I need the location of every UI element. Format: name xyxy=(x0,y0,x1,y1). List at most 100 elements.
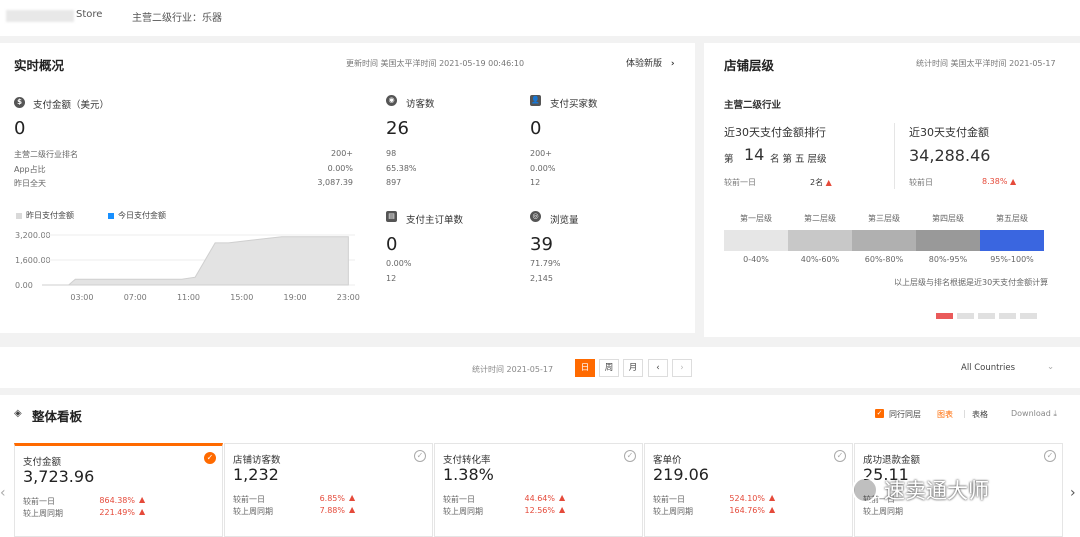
tier-range: 0-40% xyxy=(743,255,769,264)
tier-range: 40%-60% xyxy=(800,255,840,264)
check-icon[interactable]: ✓ xyxy=(1044,450,1056,462)
legend-swatch-gray xyxy=(16,212,22,219)
legend-label: 昨日支付金额 xyxy=(26,211,74,220)
day-button[interactable]: 日 xyxy=(575,359,595,377)
buyers-icon: 👤 xyxy=(530,95,541,106)
next-button[interactable]: › xyxy=(672,359,692,377)
arrow-up-icon: ▲ xyxy=(559,505,566,514)
carousel-dot[interactable] xyxy=(999,313,1016,319)
compare-label: 较前一日 xyxy=(653,495,685,504)
orders-row: 12 xyxy=(386,274,397,283)
realtime-overview-card: 实时概况 更新时间 美国太平洋时间 2021-05-19 00:46:10 体验… xyxy=(0,43,695,333)
controls-stat-time: 统计时间 2021-05-17 xyxy=(472,365,554,374)
download-label: Download xyxy=(1011,409,1051,418)
tier-range: 60%-80% xyxy=(864,255,904,264)
metric-title: 支付转化率 xyxy=(443,455,491,466)
metric-card[interactable]: 支付金额 3,723.96 ✓ 较前一日 较上周同期 864.38% ▲ 221.49% ▲ xyxy=(14,443,223,537)
rank-suffix: 名 第 五 层级 xyxy=(770,154,827,165)
check-icon[interactable]: ✓ xyxy=(204,452,216,464)
pay-amount-label: 支付金额（美元） xyxy=(33,100,110,111)
try-new-label: 体验新版 xyxy=(626,59,663,69)
tier-label: 第三层级 xyxy=(868,214,900,223)
visitors-row: 65.38% xyxy=(386,164,417,173)
views-row: 71.79% xyxy=(530,259,561,268)
metric-title: 客单价 xyxy=(653,455,682,466)
rank-title: 近30天支付金额排行 xyxy=(724,126,826,139)
pay-amount-value: 0 xyxy=(14,118,26,139)
orders-label: 支付主订单数 xyxy=(406,215,464,226)
check-icon[interactable]: ✓ xyxy=(834,450,846,462)
visitors-row: 98 xyxy=(386,149,397,158)
arrow-up-icon: ▲ xyxy=(349,493,356,502)
divider xyxy=(894,123,895,189)
rank-prefix: 第 xyxy=(724,154,734,165)
payment-chart: 3,200.001,600.000.0003:00 07:00 11:00 15:00… xyxy=(15,231,360,302)
scroll-right-icon[interactable]: › xyxy=(1070,485,1076,501)
pay-row-yesterday: 昨日全天 3,087.39 xyxy=(14,178,353,189)
compare-value: 7.88% xyxy=(319,506,345,515)
view-chart-link[interactable]: 图表 xyxy=(937,409,953,420)
metric-card[interactable]: 店铺访客数 1,232 ✓ 较前一日 较上周同期 6.85% ▲ 7.88% ▲ xyxy=(224,443,433,537)
country-select[interactable]: All Countries ⌄ xyxy=(961,362,1054,373)
row-value: 3,087.39 xyxy=(317,178,353,187)
x-tick-label: 15:00 xyxy=(230,293,253,302)
visitors-value: 26 xyxy=(386,118,409,139)
pay-row-rank: 主营二级行业排名 200+ xyxy=(14,149,353,160)
industry-label: 主营二级行业：乐器 xyxy=(132,13,222,24)
row-key: App占比 xyxy=(14,165,46,174)
views-row: 2,145 xyxy=(530,274,553,283)
compare-label: 较前一日 xyxy=(233,495,265,504)
arrow-up-icon: ▲ xyxy=(1009,177,1017,186)
dollar-icon: $ xyxy=(14,97,25,108)
prev-button[interactable]: ‹ xyxy=(648,359,668,377)
carousel-dot[interactable] xyxy=(957,313,974,319)
amount-compare-text: 8.38% xyxy=(982,177,1008,186)
orders-row: 0.00% xyxy=(386,259,412,268)
legend-today: 今日支付金额 xyxy=(108,210,166,221)
realtime-title: 实时概况 xyxy=(14,58,65,73)
store-name-blurred xyxy=(6,10,74,22)
metric-value: 219.06 xyxy=(653,465,709,484)
buyers-row: 200+ xyxy=(530,149,552,158)
compare-label: 较上周同期 xyxy=(23,509,63,518)
carousel-dot-active[interactable] xyxy=(936,313,953,319)
metric-value: 1.38% xyxy=(443,465,494,484)
view-table-link[interactable]: 表格 xyxy=(972,409,988,420)
overall-board: ◈ 整体看板 ✓ 同行同层 图表 | 表格 Download ⤓ ‹ › 支付金… xyxy=(0,395,1080,537)
row-key: 主营二级行业排名 xyxy=(14,150,78,159)
visitors-row: 897 xyxy=(386,178,402,187)
pay-row-app: App占比 0.00% xyxy=(14,164,353,175)
metric-card[interactable]: 客单价 219.06 ✓ 较前一日 较上周同期 524.10% ▲ 164.76% ▲ xyxy=(644,443,853,537)
tier-label: 第五层级 xyxy=(996,214,1028,223)
store-label: Store xyxy=(76,9,103,20)
peer-checkbox[interactable]: ✓ xyxy=(875,409,884,418)
amount-title: 近30天支付金额 xyxy=(909,126,989,139)
arrow-up-icon: ▲ xyxy=(559,493,566,502)
scroll-left-icon[interactable]: ‹ xyxy=(0,485,6,501)
arrow-up-icon: ▲ xyxy=(139,495,146,504)
row-key: 昨日全天 xyxy=(14,179,46,188)
check-icon[interactable]: ✓ xyxy=(414,450,426,462)
wechat-icon xyxy=(852,477,878,503)
compare-label: 较上周同期 xyxy=(233,507,273,516)
tier-note: 以上层级与排名根据是近30天支付金额计算 xyxy=(894,278,1049,287)
try-new-version-link[interactable]: 体验新版 › xyxy=(626,56,675,69)
check-icon[interactable]: ✓ xyxy=(624,450,636,462)
country-select-value: All Countries xyxy=(961,363,1015,373)
month-button[interactable]: 月 xyxy=(623,359,643,377)
watermark: 速卖通大师 xyxy=(852,475,989,505)
y-tick-label: 0.00 xyxy=(15,281,33,290)
tier-range: 80%-95% xyxy=(928,255,968,264)
buyers-row: 12 xyxy=(530,178,541,187)
row-value: 0.00% xyxy=(327,164,353,173)
download-link[interactable]: Download ⤓ xyxy=(1011,409,1057,419)
visitors-icon: ◉ xyxy=(386,95,397,106)
level-title: 店铺层级 xyxy=(724,58,775,73)
legend-swatch-blue xyxy=(108,212,114,219)
metric-card[interactable]: 支付转化率 1.38% ✓ 较前一日 较上周同期 44.64% ▲ 12.56% ▲ xyxy=(434,443,643,537)
layers-icon: ◈ xyxy=(14,408,22,419)
week-button[interactable]: 周 xyxy=(599,359,619,377)
compare-value: 44.64% xyxy=(524,494,555,503)
carousel-dot[interactable] xyxy=(1020,313,1037,319)
carousel-dot[interactable] xyxy=(978,313,995,319)
